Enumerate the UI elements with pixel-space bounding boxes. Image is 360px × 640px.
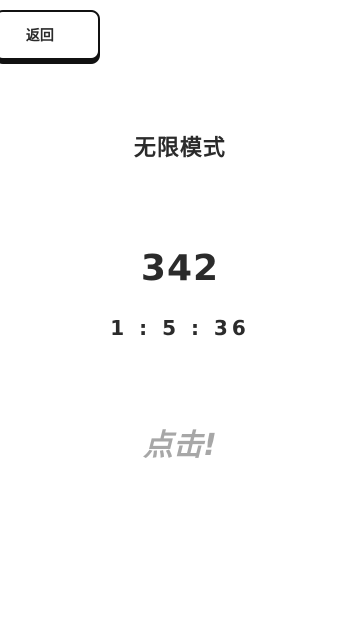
game-screen: 返回 无限模式 342 1 : 5 : 36 点击! xyxy=(0,0,360,640)
back-button-label: 返回 xyxy=(26,28,54,44)
score-display: 342 xyxy=(140,248,220,289)
back-button[interactable]: 返回 xyxy=(0,10,100,60)
mode-title: 无限模式 xyxy=(133,136,226,161)
timer-display: 1 : 5 : 36 xyxy=(110,316,250,340)
tap-button[interactable]: 点击! xyxy=(110,418,250,466)
